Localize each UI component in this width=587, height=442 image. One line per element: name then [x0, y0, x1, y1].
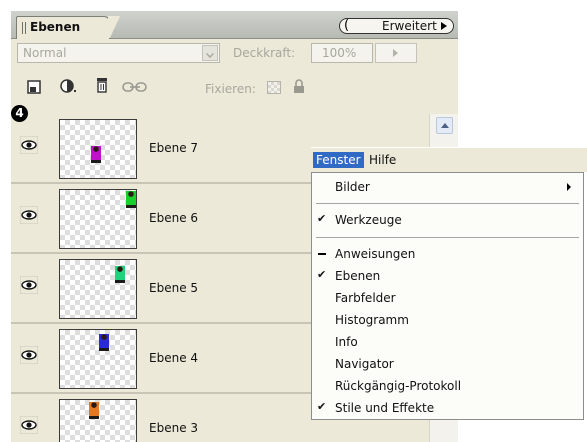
opacity-slider-button[interactable] [375, 43, 417, 63]
layer-controls: Normal Deckkraft: 100% Fixieren: [11, 39, 458, 114]
menu-bar: Fenster Hilfe [311, 147, 587, 172]
menu-item-anweisungen[interactable]: Anweisungen [312, 243, 583, 265]
blend-mode-select[interactable]: Normal [17, 43, 220, 63]
menu-item-farbfelder[interactable]: Farbfelder [312, 287, 583, 309]
menu-item-label: Navigator [335, 357, 394, 371]
layer-name: Ebene 4 [149, 351, 199, 365]
opacity-label: Deckkraft: [233, 46, 296, 60]
layer-name: Ebene 3 [149, 421, 199, 435]
menu-fenster[interactable]: Fenster [313, 152, 364, 168]
menu-item-label: Stile und Effekte [335, 401, 435, 415]
layer-name: Ebene 7 [149, 141, 199, 155]
menu-item-label: Rückgängig-Protokoll [335, 379, 462, 393]
opacity-field[interactable]: 100% [311, 43, 373, 63]
menu-item-navigator[interactable]: Navigator [312, 353, 583, 375]
visibility-eye-icon[interactable] [20, 276, 38, 294]
menu-item-rueckgaengig-protokoll[interactable]: Rückgängig-Protokoll [312, 375, 583, 397]
tab-label: Ebenen [30, 20, 81, 34]
sprite-figure [115, 266, 125, 283]
visibility-eye-icon[interactable] [20, 346, 38, 364]
sprite-figure [126, 191, 136, 208]
sprite-figure [99, 334, 109, 351]
layer-name: Ebene 6 [149, 211, 199, 225]
blend-mode-value: Normal [23, 46, 67, 60]
layer-name: Ebene 5 [149, 281, 199, 295]
menu-item-label: Anweisungen [335, 247, 416, 261]
link-layers-icon[interactable] [122, 81, 148, 93]
menu-hilfe[interactable]: Hilfe [366, 152, 399, 168]
menu-item-label: Farbfelder [335, 291, 396, 305]
tab-edge [108, 16, 122, 38]
checkmark-icon: ✔ [317, 212, 327, 225]
menu-item-label: Info [335, 335, 358, 349]
submenu-arrow-icon [567, 183, 571, 191]
menu-item-bilder[interactable]: Bilder [312, 176, 583, 198]
step-number-badge: 4 [11, 105, 28, 122]
trash-icon[interactable] [95, 77, 109, 94]
paren-icon: ( [344, 18, 350, 33]
dash-icon [318, 253, 326, 255]
menu-item-werkzeuge[interactable]: ✔ Werkzeuge [312, 209, 583, 231]
visibility-eye-icon[interactable] [20, 206, 38, 224]
drag-grip-icon[interactable] [22, 22, 27, 34]
layer-thumbnail [59, 259, 137, 319]
more-options-button[interactable]: ( Erweitert [339, 18, 454, 34]
menu-item-label: Ebenen [335, 269, 381, 283]
visibility-eye-icon[interactable] [20, 136, 38, 154]
new-layer-icon[interactable] [27, 80, 41, 94]
menu-item-label: Bilder [335, 180, 370, 194]
scroll-up-arrow-icon[interactable] [436, 117, 453, 134]
panel-tab-bar: Ebenen ( Erweitert [11, 11, 458, 39]
menu-item-label: Werkzeuge [335, 213, 402, 227]
menu-separator [316, 203, 579, 204]
visibility-eye-icon[interactable] [20, 416, 38, 434]
lock-icon[interactable] [293, 79, 305, 94]
play-arrow-icon [441, 22, 447, 30]
tab-ebenen[interactable]: Ebenen [16, 16, 110, 39]
menu-item-label: Histogramm [335, 313, 409, 327]
adjustment-layer-icon[interactable] [59, 78, 79, 96]
menu-item-info[interactable]: Info [312, 331, 583, 353]
layer-thumbnail [59, 329, 137, 389]
lock-transparency-icon[interactable] [267, 81, 281, 94]
layer-thumbnail [59, 399, 137, 442]
fenster-dropdown-menu: Bilder ✔ Werkzeuge Anweisungen ✔ Ebenen … [311, 172, 584, 420]
layer-thumbnail [59, 119, 137, 179]
checkmark-icon: ✔ [317, 400, 327, 413]
menu-item-ebenen[interactable]: ✔ Ebenen [312, 265, 583, 287]
menu-item-histogramm[interactable]: Histogramm [312, 309, 583, 331]
menu-separator [316, 237, 579, 238]
menu-item-stile-und-effekte[interactable]: ✔ Stile und Effekte [312, 397, 583, 419]
sprite-figure [89, 402, 99, 419]
checkmark-icon: ✔ [317, 268, 327, 281]
chevron-down-icon[interactable] [202, 45, 218, 61]
layer-thumbnail [59, 189, 137, 249]
more-options-label: Erweitert [382, 19, 437, 33]
sprite-figure [91, 146, 101, 163]
lock-label: Fixieren: [205, 82, 256, 96]
